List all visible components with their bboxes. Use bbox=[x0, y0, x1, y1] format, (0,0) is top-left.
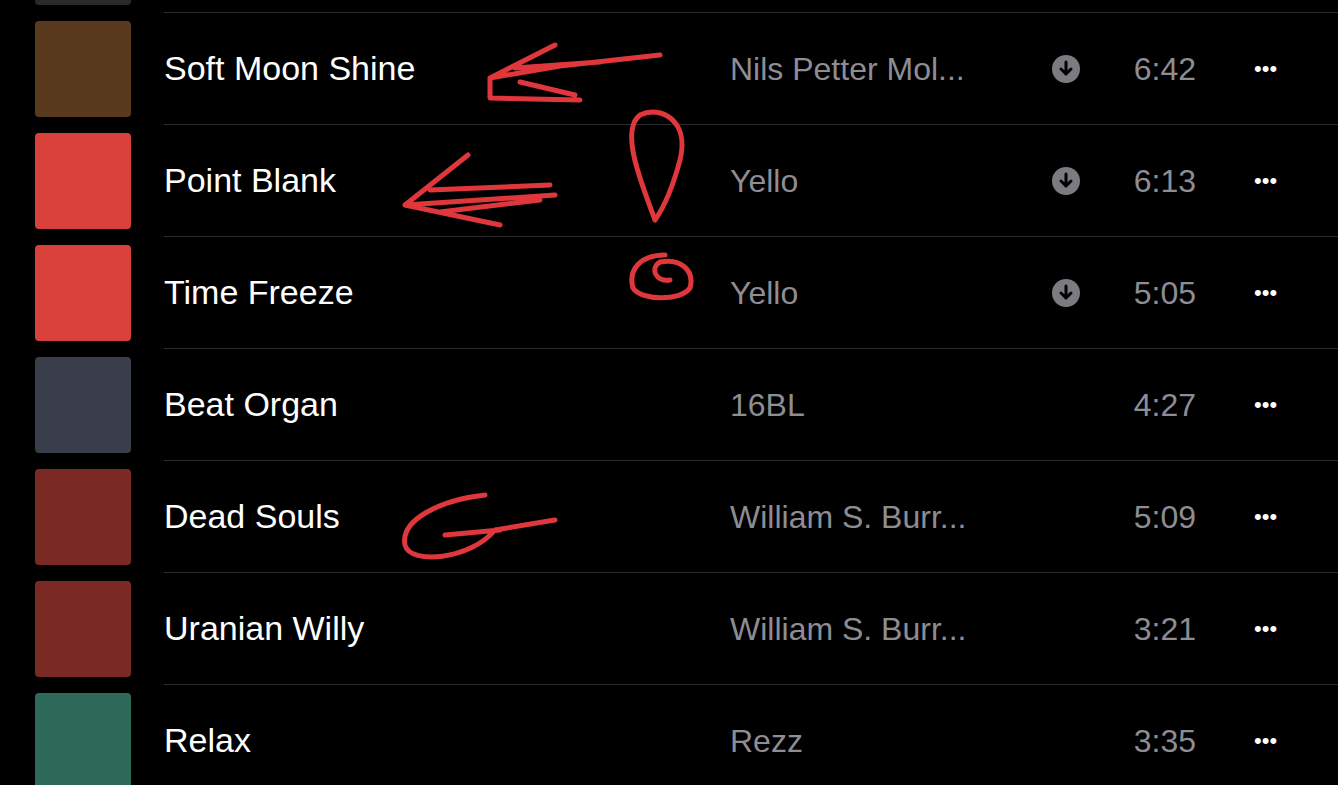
album-art bbox=[35, 581, 131, 677]
track-duration: 4:27 bbox=[1084, 381, 1196, 429]
arrow-annotation-icon bbox=[405, 155, 555, 225]
track-duration: 5:05 bbox=[1084, 269, 1196, 317]
track-row[interactable]: Time FreezeYello 5:05 ••• bbox=[0, 237, 1338, 349]
track-row[interactable]: Beat Organ16BL 4:27 ••• bbox=[0, 349, 1338, 461]
more-button[interactable]: ••• bbox=[1254, 276, 1277, 309]
track-title: Point Blank bbox=[164, 155, 730, 206]
track-artist: Yello bbox=[730, 269, 1048, 317]
track-list-screen: Soft Moon ShineNils Petter Mol... 6:42 •••… bbox=[0, 0, 1338, 785]
album-art bbox=[35, 21, 131, 117]
album-art bbox=[35, 469, 131, 565]
track-artist: 16BL bbox=[730, 381, 1048, 429]
exclamation-annotation-icon bbox=[632, 112, 682, 220]
track-title: Time Freeze bbox=[164, 267, 730, 318]
download-icon bbox=[1051, 166, 1081, 196]
track-duration: 6:42 bbox=[1084, 45, 1196, 93]
album-art bbox=[35, 0, 131, 5]
arrow-annotation-icon bbox=[490, 45, 660, 100]
track-title: Dead Souls bbox=[164, 491, 730, 542]
track-title: Relax bbox=[164, 715, 730, 766]
track-title: Soft Moon Shine bbox=[164, 43, 730, 94]
track-title: Uranian Willy bbox=[164, 603, 730, 654]
track-artist: William S. Burr... bbox=[730, 493, 1048, 541]
more-button[interactable]: ••• bbox=[1254, 164, 1277, 197]
track-artist: Yello bbox=[730, 157, 1048, 205]
album-art bbox=[35, 133, 131, 229]
album-art bbox=[35, 245, 131, 341]
track-row[interactable]: Point BlankYello 6:13 ••• bbox=[0, 125, 1338, 237]
track-duration: 3:35 bbox=[1084, 717, 1196, 765]
album-art bbox=[35, 357, 131, 453]
download-icon bbox=[1051, 278, 1081, 308]
track-duration: 6:13 bbox=[1084, 157, 1196, 205]
track-title: Beat Organ bbox=[164, 379, 730, 430]
more-button[interactable]: ••• bbox=[1254, 612, 1277, 645]
track-duration: 5:09 bbox=[1084, 493, 1196, 541]
download-icon bbox=[1051, 54, 1081, 84]
track-list: Soft Moon ShineNils Petter Mol... 6:42 •••… bbox=[0, 13, 1338, 785]
track-artist: William S. Burr... bbox=[730, 605, 1048, 653]
track-duration: 3:21 bbox=[1084, 605, 1196, 653]
album-art bbox=[35, 693, 131, 785]
track-row[interactable]: Dead SoulsWilliam S. Burr... 5:09 ••• bbox=[0, 461, 1338, 573]
track-artist: Rezz bbox=[730, 717, 1048, 765]
more-button[interactable]: ••• bbox=[1254, 52, 1277, 85]
more-button[interactable]: ••• bbox=[1254, 388, 1277, 421]
more-button[interactable]: ••• bbox=[1254, 500, 1277, 533]
arrow-annotation-icon bbox=[405, 495, 555, 557]
track-row[interactable]: Soft Moon ShineNils Petter Mol... 6:42 ••• bbox=[0, 13, 1338, 125]
more-button[interactable]: ••• bbox=[1254, 724, 1277, 757]
track-row[interactable]: RelaxRezz 3:35 ••• bbox=[0, 685, 1338, 785]
track-row[interactable]: Uranian WillyWilliam S. Burr... 3:21 ••• bbox=[0, 573, 1338, 685]
exclamation-dot-annotation-icon bbox=[632, 255, 691, 298]
annotation-overlay bbox=[0, 0, 1338, 785]
track-artist: Nils Petter Mol... bbox=[730, 45, 1048, 93]
